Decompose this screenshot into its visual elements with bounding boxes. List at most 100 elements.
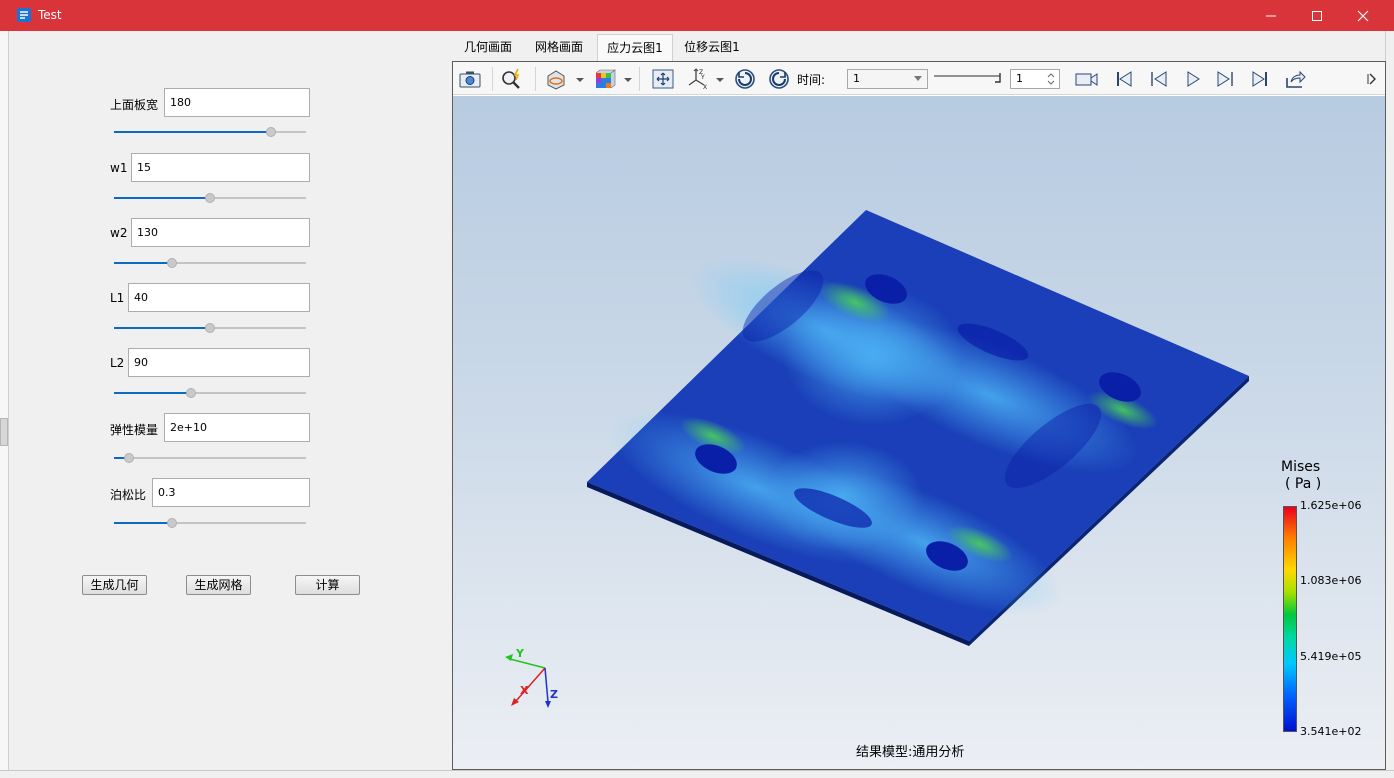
rotate-cw-button[interactable] [766,67,792,91]
axes-icon: ZYX [688,68,707,91]
splitter-handle[interactable] [0,418,8,446]
stress-contour-plot[interactable] [453,96,1385,769]
slider-thumb[interactable] [266,127,277,137]
zoom-highlight-button[interactable] [499,67,525,91]
screenshot-button[interactable] [457,67,483,91]
poisson-ratio-slider[interactable] [114,517,306,529]
slider-thumb[interactable] [166,518,177,528]
top-width-input[interactable]: 180 [164,88,310,117]
fit-view-button[interactable] [650,67,676,91]
tab-displacement-contour[interactable]: 位移云图1 [677,34,747,61]
toolbar-overflow-button[interactable] [1363,67,1381,91]
export-button[interactable] [1282,67,1308,91]
slider-fill [114,131,272,133]
param-label-l2: L2 [110,356,125,370]
generate-mesh-button[interactable]: 生成网格 [186,575,251,595]
app-logo-icon [17,8,31,22]
first-frame-icon [1117,71,1132,87]
poisson-ratio-input[interactable]: 0.3 [152,478,310,507]
elastic-modulus-input[interactable]: 2e+10 [164,413,310,442]
section-dropdown-caret[interactable] [576,78,584,82]
l2-slider[interactable] [114,387,306,399]
3d-viewport[interactable] [453,96,1385,769]
close-icon [1357,10,1369,21]
param-label-l1: L1 [110,291,125,305]
slider-thumb[interactable] [166,258,177,268]
slider-thumb[interactable] [205,193,215,203]
w2-slider[interactable] [114,257,306,269]
bottom-window-edge [0,770,1394,778]
param-label-w1: w1 [110,161,128,175]
toolbar-separator [639,67,640,91]
legend-color-bar [1283,506,1297,732]
generate-geometry-button[interactable]: 生成几何 [82,575,147,595]
plate-model[interactable] [587,210,1249,646]
legend-title: Mises [1281,459,1321,475]
svg-text:Y: Y [700,74,705,81]
axis-dropdown-caret[interactable] [716,78,724,82]
tab-geometry[interactable]: 几何画面 [455,34,521,61]
slider-thumb[interactable] [185,388,196,398]
next-frame-button[interactable] [1213,67,1239,91]
l1-slider[interactable] [114,322,306,334]
right-window-edge [1386,31,1394,778]
slider-thumb[interactable] [205,323,215,333]
minimize-button[interactable] [1248,0,1294,31]
section-view-button[interactable] [543,67,569,91]
last-frame-icon [1252,71,1267,87]
slider-fill [114,392,191,394]
slider-fill [114,197,210,199]
prev-frame-button[interactable] [1145,67,1171,91]
slider-fill [114,522,172,524]
time-step-select[interactable]: 1 [847,69,928,89]
w1-input[interactable]: 15 [131,153,310,182]
axis-y-label: Y [516,647,524,660]
frame-spinbox[interactable]: 1 [1010,69,1060,89]
w2-input[interactable]: 130 [131,218,310,247]
l2-input[interactable]: 90 [128,348,310,377]
legend-unit: ( Pa ) [1285,476,1322,492]
time-label: 时间: [797,73,826,87]
tab-stress-contour[interactable]: 应力云图1 [597,34,673,61]
param-label-elastic-modulus: 弹性模量 [110,423,159,437]
param-label-top-width: 上面板宽 [110,98,159,112]
next-frame-icon [1217,71,1233,87]
top-width-slider[interactable] [114,126,306,138]
display-dropdown-caret[interactable] [624,78,632,82]
compute-button[interactable]: 计算 [295,575,360,595]
tab-mesh[interactable]: 网格画面 [525,34,593,61]
rotate-left-icon [735,69,755,89]
play-button[interactable] [1180,67,1206,91]
pan-fit-icon [652,69,674,89]
maximize-button[interactable] [1294,0,1340,31]
left-window-edge [0,31,8,778]
spin-arrows-icon[interactable] [1047,73,1055,85]
first-frame-button[interactable] [1111,67,1137,91]
close-button[interactable] [1340,0,1386,31]
rotate-right-icon [769,69,789,89]
play-icon [1187,71,1200,87]
slider-thumb[interactable] [124,453,135,463]
param-label-w2: w2 [110,226,128,240]
legend-value-2: 1.083e+06 [1300,574,1362,587]
elastic-modulus-slider[interactable] [114,452,306,464]
last-frame-button[interactable] [1247,67,1273,91]
w1-slider[interactable] [114,192,306,204]
legend-min-value: 3.541e+02 [1300,725,1362,738]
record-button[interactable] [1074,67,1100,91]
svg-text:X: X [703,84,707,91]
rotate-ccw-button[interactable] [732,67,758,91]
display-mode-button[interactable] [592,67,618,91]
axis-view-button[interactable]: ZYX [685,67,711,91]
frame-slider[interactable] [934,72,1004,84]
maximize-icon [1312,10,1322,21]
legend-max-value: 1.625e+06 [1300,499,1362,512]
cut-plane-icon [547,70,565,90]
l1-input[interactable]: 40 [128,283,310,312]
axis-triad [505,654,551,708]
title-bar[interactable]: Test [0,0,1394,31]
chevron-down-icon [914,76,922,81]
color-cube-icon [595,69,616,89]
camera-icon [459,71,481,88]
time-step-value: 1 [853,72,860,85]
